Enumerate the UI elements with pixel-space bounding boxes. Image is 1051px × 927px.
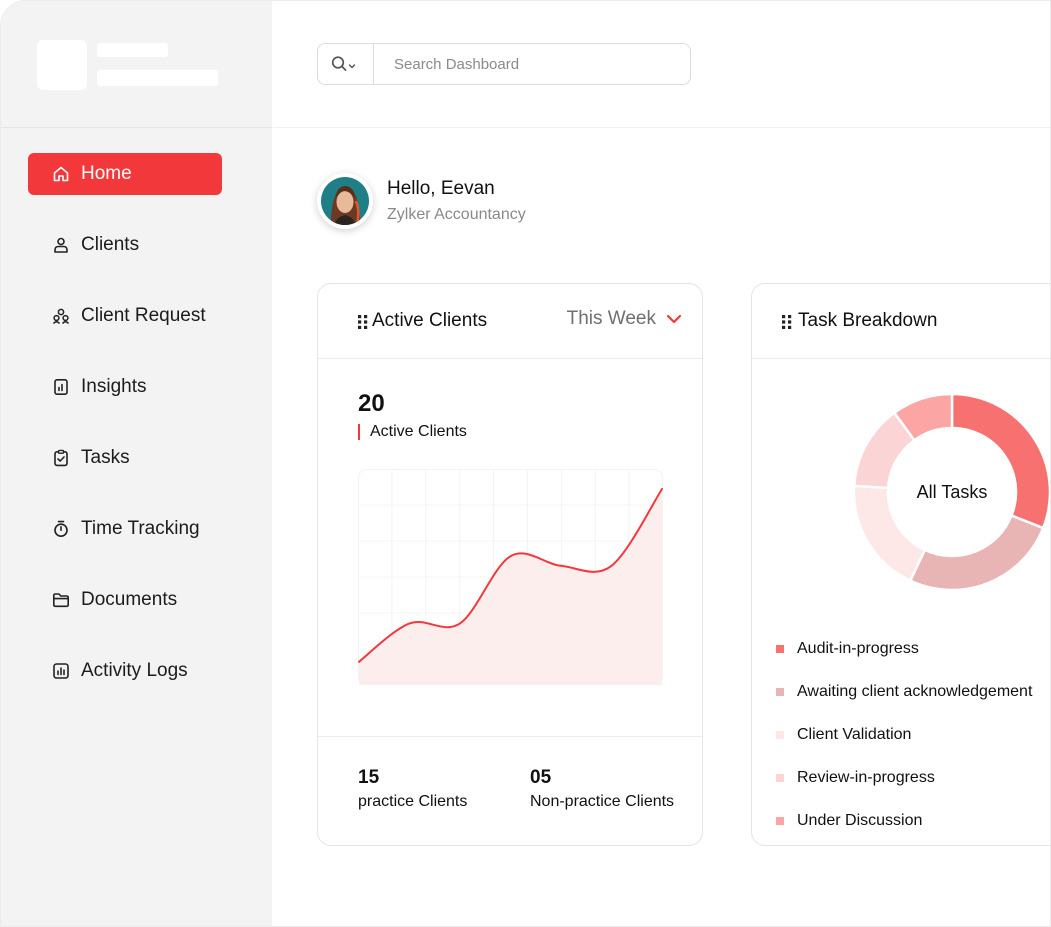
sidebar-item-label: Clients [81, 234, 140, 255]
search-icon [331, 56, 355, 71]
legend-swatch [776, 687, 784, 696]
donut-center-label: All Tasks [917, 482, 988, 502]
active-clients-count: 20 [358, 390, 385, 417]
sidebar-item-clients[interactable]: Clients [28, 224, 222, 266]
legend-label: Awaiting client acknowledgement [797, 682, 1033, 700]
donut-slice[interactable] [908, 513, 1045, 592]
sidebar-nav: Home Clients Client Request Insights Tas… [28, 153, 222, 721]
sidebar-item-documents[interactable]: Documents [28, 579, 222, 621]
legend-label: Review-in-progress [797, 768, 935, 786]
task-breakdown-donut-chart: All Tasks [852, 392, 1050, 592]
sidebar-item-label: Time Tracking [81, 518, 200, 539]
sidebar-item-label: Activity Logs [81, 660, 188, 681]
legend-item: Awaiting client acknowledgement [776, 670, 1032, 713]
card-header: Active Clients This Week [318, 284, 702, 359]
sidebar-item-activity-logs[interactable]: Activity Logs [28, 650, 222, 692]
sidebar-item-label: Tasks [81, 447, 130, 468]
legend-item: Review-in-progress [776, 756, 1032, 799]
search-scope-button[interactable] [318, 44, 374, 84]
active-clients-area-chart [358, 469, 663, 685]
drag-handle-icon[interactable] [782, 315, 792, 329]
active-clients-label: Active Clients [358, 424, 467, 440]
report-icon [54, 378, 68, 395]
company-name: Zylker Accountancy [387, 206, 526, 223]
brand-name-placeholder [97, 43, 168, 57]
sidebar-item-label: Home [81, 163, 132, 184]
clipboard-check-icon [54, 449, 68, 467]
chevron-down-icon [666, 314, 682, 324]
legend-swatch [776, 773, 784, 782]
sidebar-item-label: Documents [81, 589, 178, 610]
practice-clients-stat: 15 practice Clients [358, 767, 467, 811]
folder-icon [53, 593, 69, 608]
brand-tagline-placeholder [97, 70, 218, 86]
activity-chart-icon [53, 663, 69, 679]
search-input[interactable] [374, 44, 690, 84]
greeting: Hello, Eevan [387, 178, 495, 199]
sidebar-item-label: Client Request [81, 305, 206, 326]
home-icon [53, 166, 69, 182]
stopwatch-icon [54, 520, 68, 537]
period-dropdown[interactable]: This Week [567, 308, 682, 330]
legend-swatch [776, 644, 784, 653]
practice-clients-label: practice Clients [358, 793, 468, 810]
search-box [317, 43, 691, 85]
sidebar: Home Clients Client Request Insights Tas… [1, 1, 272, 926]
non-practice-clients-count: 05 [530, 767, 552, 788]
donut-slice[interactable] [950, 392, 1050, 530]
user-icon [54, 237, 68, 253]
sidebar-item-label: Insights [81, 376, 147, 397]
brand-area [1, 1, 272, 128]
sidebar-item-insights[interactable]: Insights [28, 366, 222, 408]
legend-label: Audit-in-progress [797, 639, 919, 657]
chevron-down-icon [348, 64, 355, 69]
card-title: Task Breakdown [798, 310, 938, 331]
card-header: Task Breakdown [752, 284, 1050, 359]
period-label: This Week [566, 308, 656, 329]
donut-slice[interactable] [852, 484, 927, 583]
card-title: Active Clients [372, 310, 488, 331]
logo-placeholder [37, 40, 87, 90]
sidebar-item-home[interactable]: Home [28, 153, 222, 195]
legend-item: Audit-in-progress [776, 627, 1032, 670]
non-practice-clients-stat: 05 Non-practice Clients [530, 767, 674, 811]
sidebar-item-client-request[interactable]: Client Request [28, 295, 222, 337]
legend-item: Client Validation [776, 713, 1032, 756]
sidebar-item-tasks[interactable]: Tasks [28, 437, 222, 479]
user-photo [321, 177, 369, 225]
avatar[interactable] [317, 173, 373, 229]
sidebar-item-time-tracking[interactable]: Time Tracking [28, 508, 222, 550]
top-bar [273, 1, 1050, 128]
active-clients-card: Active Clients This Week 20 Active Clien… [317, 283, 703, 846]
legend-label: Under Discussion [797, 811, 923, 829]
app-window: Home Clients Client Request Insights Tas… [0, 0, 1051, 927]
practice-clients-count: 15 [358, 767, 380, 788]
legend-swatch [776, 730, 784, 739]
non-practice-clients-label: Non-practice Clients [530, 793, 675, 810]
users-group-icon [52, 308, 70, 325]
chart-legend: Audit-in-progress Awaiting client acknow… [776, 627, 1032, 842]
legend-label: Client Validation [797, 725, 912, 743]
legend-swatch [776, 816, 784, 825]
task-breakdown-card: Task Breakdown All Tasks Audit-in-progre… [751, 283, 1050, 846]
drag-handle-icon[interactable] [358, 315, 368, 329]
card-footer: 15 practice Clients 05 Non-practice Clie… [318, 736, 702, 845]
legend-item: Under Discussion [776, 799, 1032, 842]
